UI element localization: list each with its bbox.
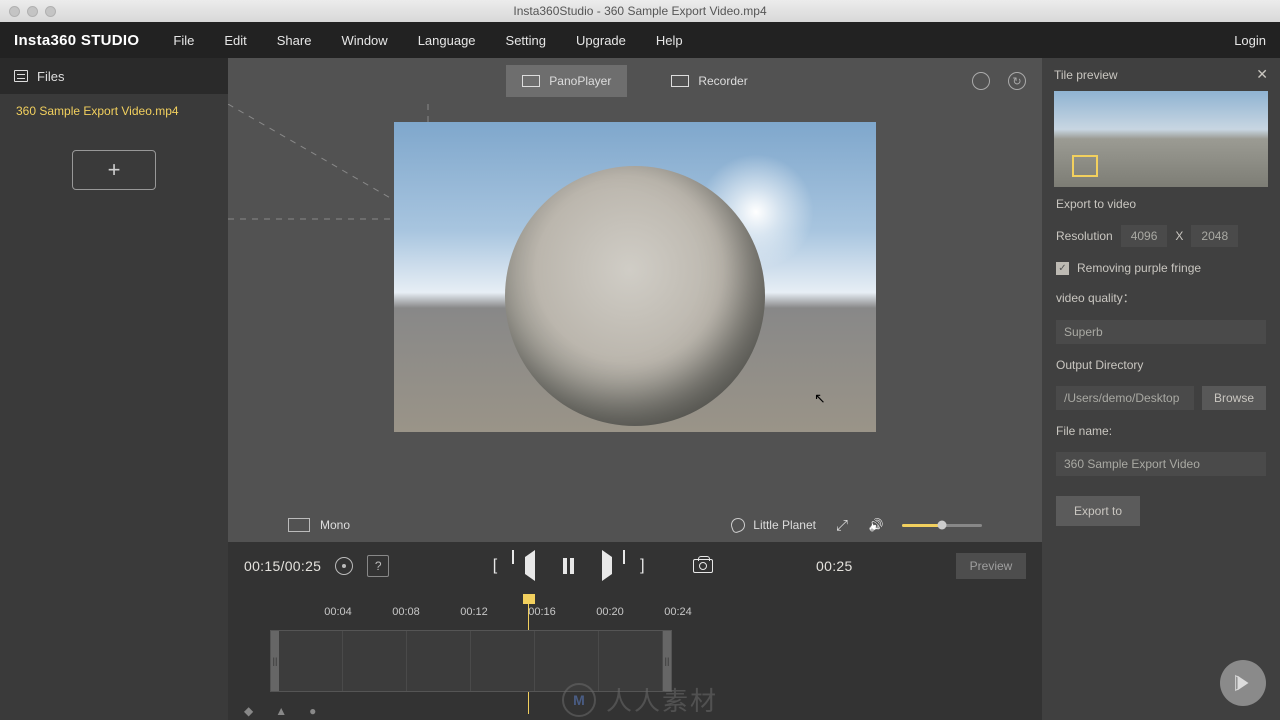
tile-preview-image[interactable] [1054,91,1268,187]
timeline-tools: ◆ ▲ ● [244,704,316,718]
tab-recorder-label: Recorder [698,74,747,88]
file-sidebar: Files 360 Sample Export Video.mp4 [0,58,228,720]
mode-bar: Mono Little Planet [228,508,1042,542]
recorder-icon [671,75,689,87]
files-label: Files [37,69,64,84]
little-planet [505,166,765,426]
pause-button[interactable] [563,558,574,574]
menu-setting[interactable]: Setting [506,33,546,48]
tick: 00:12 [460,606,488,618]
window-titlebar: Insta360Studio - 360 Sample Export Video… [0,0,1280,22]
export-to-label: Export to video [1056,197,1266,211]
files-header: Files [0,58,228,94]
timeline[interactable]: 00:04 00:08 00:12 00:16 00:20 00:24 || |… [228,590,1042,720]
help-button[interactable]: ? [367,555,389,577]
tick: 00:16 [528,606,556,618]
window-title: Insta360Studio - 360 Sample Export Video… [0,4,1280,18]
files-icon [14,70,28,82]
panel-title: Tile preview [1054,68,1118,82]
clip-strip[interactable]: || || [270,630,672,692]
snapshot-icon[interactable] [693,559,713,573]
prev-button[interactable] [525,557,535,575]
target-icon[interactable] [335,557,353,575]
fullscreen-icon[interactable] [834,517,850,533]
res-width-input[interactable]: 4096 [1121,225,1168,247]
res-height-input[interactable]: 2048 [1191,225,1238,247]
res-x: X [1175,229,1183,243]
cursor-icon: ↖ [814,390,826,407]
browse-button[interactable]: Browse [1202,386,1266,410]
outdir-label: Output Directory [1056,358,1266,372]
fringe-row[interactable]: Removing purple fringe [1056,261,1266,275]
clip-handle-left[interactable]: || [271,631,279,691]
tick: 00:20 [596,606,624,618]
menu-edit[interactable]: Edit [224,33,246,48]
mark-in-button[interactable]: [ [493,557,497,575]
file-item[interactable]: 360 Sample Export Video.mp4 [0,94,228,128]
menu-bar: Insta360 STUDIO File Edit Share Window L… [0,22,1280,58]
viewport-indicator[interactable] [1072,155,1098,177]
quality-select[interactable]: Superb [1056,320,1266,344]
tick: 00:04 [324,606,352,618]
menu-language[interactable]: Language [418,33,476,48]
close-icon[interactable]: ✕ [1256,66,1268,83]
fringe-checkbox[interactable] [1056,262,1069,275]
play-all-button[interactable] [1220,660,1266,706]
mark-out-button[interactable]: ] [640,557,644,575]
video-frame[interactable]: ↖ [394,122,876,432]
tick: 00:24 [664,606,692,618]
view-tabs: PanoPlayer Recorder [228,58,1042,104]
volume-fill [902,524,942,527]
menu-help[interactable]: Help [656,33,683,48]
tab-panoplayer[interactable]: PanoPlayer [506,65,627,97]
outdir-input[interactable]: /Users/demo/Desktop [1056,386,1194,410]
menu-file[interactable]: File [173,33,194,48]
filename-label: File name: [1056,424,1266,438]
timeline-ruler[interactable]: 00:04 00:08 00:12 00:16 00:20 00:24 [270,594,1026,624]
login-button[interactable]: Login [1234,33,1266,48]
little-planet-icon [729,516,747,534]
quality-label: video quality： [1056,289,1266,306]
fringe-label: Removing purple fringe [1077,261,1201,275]
mono-checkbox[interactable] [288,518,310,532]
vr-icon[interactable] [972,72,990,90]
mono-label: Mono [320,518,350,532]
resolution-label: Resolution [1056,229,1113,243]
tab-recorder[interactable]: Recorder [655,65,763,97]
timecode-out: 00:25 [816,558,853,574]
menu-items: File Edit Share Window Language Setting … [173,33,682,48]
tool-1[interactable]: ◆ [244,704,253,718]
volume-slider[interactable] [902,524,982,527]
transport-bar: 00:15/00:25 ? [ ] 00:25 Preview [228,542,1042,590]
tool-2[interactable]: ▲ [275,704,287,718]
next-button[interactable] [602,557,612,575]
menu-window[interactable]: Window [341,33,387,48]
transport-buttons: [ ] [493,557,713,575]
volume-icon[interactable] [868,517,884,533]
menu-upgrade[interactable]: Upgrade [576,33,626,48]
refresh-icon[interactable] [1008,72,1026,90]
preview-button[interactable]: Preview [956,553,1026,579]
projection-mode[interactable]: Little Planet [731,518,816,532]
menu-share[interactable]: Share [277,33,312,48]
timecode-current: 00:15/00:25 [244,558,321,574]
export-button[interactable]: Export to [1056,496,1140,526]
resolution-row: Resolution 4096 X 2048 [1056,225,1266,247]
projection-label: Little Planet [753,518,816,532]
right-panel: Tile preview ✕ Export to video Resolutio… [1042,58,1280,720]
center-area: PanoPlayer Recorder ↖ [228,58,1042,720]
mono-toggle[interactable]: Mono [288,518,350,532]
tick: 00:08 [392,606,420,618]
viewport[interactable]: ↖ [228,104,1042,508]
app-brand: Insta360 STUDIO [14,32,139,49]
volume-knob[interactable] [938,521,947,530]
filename-input[interactable]: 360 Sample Export Video [1056,452,1266,476]
tool-3[interactable]: ● [309,704,316,718]
tab-pano-label: PanoPlayer [549,74,611,88]
playhead[interactable] [523,594,535,604]
add-file-button[interactable] [72,150,156,190]
pano-icon [522,75,540,87]
clip-handle-right[interactable]: || [663,631,671,691]
